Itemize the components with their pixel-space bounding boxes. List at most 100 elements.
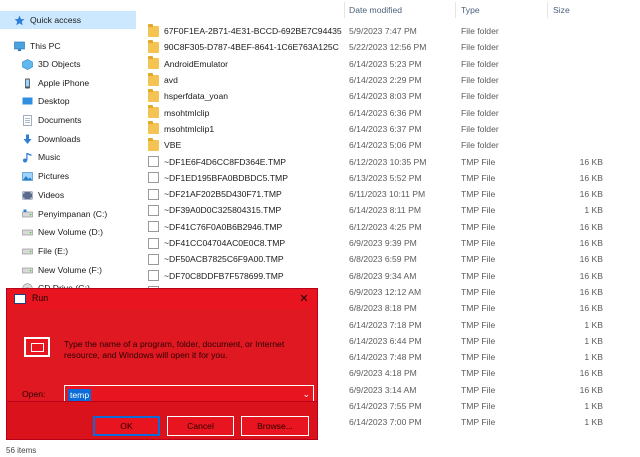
run-description: Type the name of a program, folder, docu… [64, 339, 285, 360]
file-name-cell[interactable]: AndroidEmulator [138, 56, 344, 72]
nav-item-drive-c[interactable]: Penyimpanan (C:) [0, 205, 136, 223]
file-name-cell[interactable]: VBE [138, 137, 344, 153]
run-dialog-body: Type the name of a program, folder, docu… [10, 309, 315, 405]
nav-item-pictures[interactable]: Pictures [0, 167, 136, 185]
star-icon [14, 15, 25, 26]
file-date: 6/14/2023 7:18 PM [349, 319, 422, 330]
file-row[interactable]: ~DF1ED195BFA0BDBDC5.TMP 6/13/2023 5:52 PM… [138, 170, 640, 186]
file-row[interactable]: AndroidEmulator 6/14/2023 5:23 PM File fol… [138, 56, 640, 72]
file-type: File folder [461, 75, 499, 86]
column-separator[interactable] [344, 2, 345, 18]
nav-item-videos[interactable]: Videos [0, 186, 136, 204]
folder-icon [148, 23, 159, 37]
file-date: 6/14/2023 7:48 PM [349, 352, 422, 363]
file-type: TMP File [461, 238, 496, 249]
file-size: 16 KB [579, 384, 603, 395]
file-type: File folder [461, 91, 499, 102]
nav-item-quick-access[interactable]: Quick access [0, 11, 136, 29]
nav-item-documents[interactable]: Documents [0, 111, 136, 129]
file-size: 16 KB [579, 156, 603, 167]
close-icon[interactable]: ✕ [298, 292, 310, 306]
file-row[interactable]: msohtmlclip 6/14/2023 6:36 PM File folder [138, 105, 640, 121]
file-size: 16 KB [579, 303, 603, 314]
nav-item-label: Quick access [30, 15, 82, 25]
run-app-icon [14, 294, 26, 304]
file-row[interactable]: VBE 6/14/2023 5:06 PM File folder [138, 137, 640, 153]
file-name-cell[interactable]: ~DF1E6F4D6CC8FD364E.TMP [138, 153, 344, 169]
column-separator[interactable] [455, 2, 456, 18]
folder-icon [148, 88, 159, 102]
nav-item-label: New Volume (D:) [38, 227, 103, 237]
file-row[interactable]: ~DF21AF202B5D430F71.TMP 6/11/2023 10:11 P… [138, 186, 640, 202]
nav-item-drive-e[interactable]: File (E:) [0, 242, 136, 260]
run-title-bar[interactable]: Run ✕ [7, 289, 317, 309]
file-date: 6/14/2023 2:29 PM [349, 75, 422, 86]
nav-item-label: Desktop [38, 96, 70, 106]
ok-button[interactable]: OK [93, 416, 160, 436]
run-program-icon [24, 337, 50, 357]
nav-item-drive-f[interactable]: New Volume (F:) [0, 261, 136, 279]
file-date: 6/14/2023 7:00 PM [349, 417, 422, 428]
file-date: 6/9/2023 3:14 AM [349, 384, 417, 395]
file-row[interactable]: ~DF70C8DDFB7F578699.TMP 6/8/2023 9:34 AM T… [138, 268, 640, 284]
column-header-type[interactable]: Type [461, 0, 543, 20]
file-row[interactable]: ~DF39A0D0C325804315.TMP 6/14/2023 8:11 PM… [138, 202, 640, 218]
file-row[interactable]: ~DF1E6F4D6CC8FD364E.TMP 6/12/2023 10:35 P… [138, 153, 640, 169]
nav-item-this-pc[interactable]: This PC [0, 37, 136, 55]
file-size [551, 72, 603, 88]
file-name-cell[interactable]: ~DF70C8DDFB7F578699.TMP [138, 268, 344, 284]
file-row[interactable]: 90C8F305-D787-4BEF-8641-1C6E763A125C 5/22… [138, 39, 640, 55]
file-row[interactable]: avd 6/14/2023 2:29 PM File folder [138, 72, 640, 88]
file-name-cell[interactable]: ~DF50ACB7825C6F9A00.TMP [138, 251, 344, 267]
nav-item-3d-objects[interactable]: 3D Objects [0, 55, 136, 73]
file-date: 6/14/2023 5:06 PM [349, 140, 422, 151]
file-row[interactable]: ~DF41CC04704AC0E0C8.TMP 6/9/2023 9:39 PM T… [138, 235, 640, 251]
file-type: TMP File [461, 286, 496, 297]
file-name-cell[interactable]: ~DF41CC04704AC0E0C8.TMP [138, 235, 344, 251]
file-type: File folder [461, 123, 499, 134]
nav-item-label: Downloads [38, 134, 81, 144]
nav-item-drive-d[interactable]: New Volume (D:) [0, 223, 136, 241]
file-name-cell[interactable]: avd [138, 72, 344, 88]
column-separator[interactable] [547, 2, 548, 18]
cube-icon [22, 58, 33, 70]
file-name: ~DF1E6F4D6CC8FD364E.TMP [164, 156, 287, 167]
run-open-value[interactable]: temp [68, 389, 92, 401]
nav-item-desktop[interactable]: Desktop [0, 92, 136, 110]
file-name-cell[interactable]: ~DF1ED195BFA0BDBDC5.TMP [138, 170, 344, 186]
file-name-cell[interactable]: ~DF39A0D0C325804315.TMP [138, 202, 344, 218]
file-name-cell[interactable]: msohtmlclip1 [138, 121, 344, 137]
file-row[interactable]: msohtmlclip1 6/14/2023 6:37 PM File folder [138, 121, 640, 137]
file-type: TMP File [461, 335, 496, 346]
file-name-cell[interactable]: 90C8F305-D787-4BEF-8641-1C6E763A125C [138, 39, 344, 55]
file-type: TMP File [461, 319, 496, 330]
desktop-icon [22, 96, 33, 107]
column-header-date[interactable]: Date modified [349, 0, 453, 20]
file-size: 16 KB [579, 270, 603, 281]
file-date: 6/8/2023 6:59 PM [349, 254, 417, 265]
file-row[interactable]: ~DF50ACB7825C6F9A00.TMP 6/8/2023 6:59 PM T… [138, 251, 640, 267]
chevron-down-icon[interactable]: ⌄ [302, 389, 310, 400]
file-row[interactable]: hsperfdata_yoan 6/14/2023 8:03 PM File fol… [138, 88, 640, 104]
file-size: 1 KB [584, 352, 603, 363]
file-name-cell[interactable]: hsperfdata_yoan [138, 88, 344, 104]
file-date: 6/14/2023 6:44 PM [349, 335, 422, 346]
file-name: AndroidEmulator [164, 58, 229, 69]
file-name-cell[interactable]: ~DF41C76F0A0B6B2946.TMP [138, 219, 344, 235]
file-row[interactable]: ~DF41C76F0A0B6B2946.TMP 6/12/2023 4:25 PM… [138, 219, 640, 235]
browse-button[interactable]: Browse... [241, 416, 309, 436]
nav-item-music[interactable]: Music [0, 148, 136, 166]
cancel-button[interactable]: Cancel [167, 416, 234, 436]
file-size: 1 KB [584, 335, 603, 346]
file-name-cell[interactable]: ~DF21AF202B5D430F71.TMP [138, 186, 344, 202]
file-size [551, 23, 603, 39]
file-row[interactable]: 67F0F1EA-2B71-4E31-BCCD-692BE7C94435 5/9/… [138, 23, 640, 39]
nav-item-downloads[interactable]: Downloads [0, 130, 136, 148]
file-date: 6/11/2023 10:11 PM [349, 189, 426, 200]
column-header-size[interactable]: Size [553, 0, 613, 20]
file-type: TMP File [461, 303, 496, 314]
file-name-cell[interactable]: msohtmlclip [138, 105, 344, 121]
file-size [551, 39, 603, 55]
nav-item-apple-iphone[interactable]: Apple iPhone [0, 74, 136, 92]
file-name-cell[interactable]: 67F0F1EA-2B71-4E31-BCCD-692BE7C94435 [138, 23, 344, 39]
